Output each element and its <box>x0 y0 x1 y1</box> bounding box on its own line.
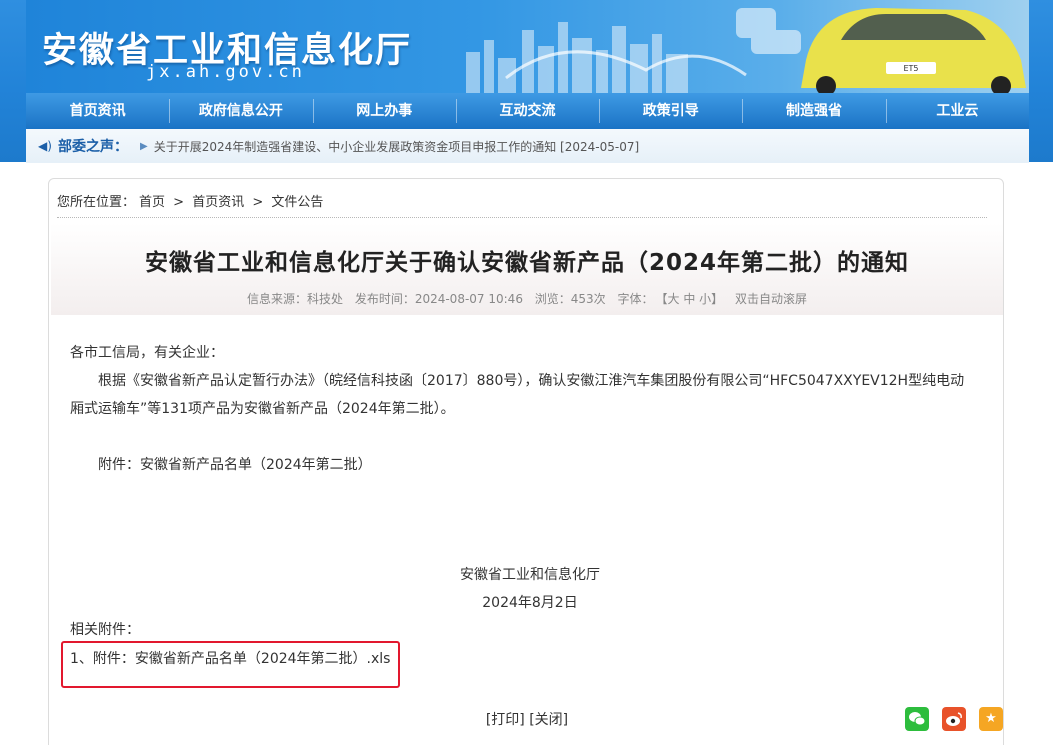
attachment-note: 附件：安徽省新产品名单（2024年第二批） <box>98 457 372 473</box>
article-header: 安徽省工业和信息化厅关于确认安徽省新产品（2024年第二批）的通知 信息来源：科… <box>51 223 1003 315</box>
font-size-options[interactable]: 【大 中 小】 <box>662 292 724 306</box>
salutation: 各市工信局，有关企业： <box>70 345 224 361</box>
favorite-share-button[interactable]: ★ <box>979 707 1003 731</box>
breadcrumb-prefix: 您所在位置： <box>57 195 136 210</box>
breadcrumb-item-home[interactable]: 首页 <box>139 195 165 210</box>
wechat-share-button[interactable] <box>905 707 929 731</box>
notice-label: 部委之声： <box>58 139 128 155</box>
breadcrumb-item-announcements[interactable]: 文件公告 <box>271 195 323 210</box>
meta-font-label: 字体： <box>617 292 654 306</box>
breadcrumb: 您所在位置： 首页 > 首页资讯 > 文件公告 <box>57 191 327 210</box>
wechat-icon <box>908 712 926 731</box>
notice-bar: ◀) 部委之声： ▶ 关于开展2024年制造强省建设、中小企业发展政策资金项目申… <box>26 129 1029 163</box>
meta-source: 信息来源：科技处 <box>246 292 343 306</box>
nav-item-home-news[interactable]: 首页资讯 <box>26 93 169 129</box>
nav-item-manufacturing[interactable]: 制造强省 <box>742 93 885 129</box>
highlight-box <box>61 641 400 688</box>
site-header: ET5 安徽省工业和信息化厅 jx.ah.gov.cn <box>26 0 1029 93</box>
meta-views: 浏览：453次 <box>534 292 606 306</box>
car-plate-text: ET5 <box>903 64 918 73</box>
article-meta: 信息来源：科技处 发布时间：2024-08-07 10:46 浏览：453次 字… <box>51 290 1003 307</box>
arrow-right-icon: ▶ <box>140 140 148 152</box>
meta-time: 发布时间：2024-08-07 10:46 <box>354 292 523 306</box>
speaker-icon: ◀) <box>38 139 52 153</box>
main-nav: 首页资讯 政府信息公开 网上办事 互动交流 政策引导 制造强省 工业云 <box>26 93 1029 129</box>
weibo-icon <box>945 712 963 731</box>
divider <box>57 217 987 218</box>
close-link[interactable]: [关闭] <box>529 712 568 728</box>
nav-item-policy[interactable]: 政策引导 <box>599 93 742 129</box>
nav-item-interaction[interactable]: 互动交流 <box>455 93 599 129</box>
paragraph-line: 根据《安徽省新产品认定暂行办法》（皖经信科技函〔2017〕880号），确认安徽江… <box>98 373 965 389</box>
print-close-actions: [打印] [关闭] <box>49 709 1005 729</box>
nav-item-industrial-cloud[interactable]: 工业云 <box>885 93 1029 129</box>
nav-item-online-service[interactable]: 网上办事 <box>312 93 456 129</box>
related-attachments-label: 相关附件： <box>70 622 140 638</box>
star-icon: ★ <box>985 711 997 726</box>
weibo-share-button[interactable] <box>942 707 966 731</box>
breadcrumb-separator: > <box>173 195 185 210</box>
signature-org: 安徽省工业和信息化厅 <box>460 567 600 583</box>
nav-item-gov-info[interactable]: 政府信息公开 <box>169 93 312 129</box>
signature-date: 2024年8月2日 <box>482 595 578 611</box>
article-title: 安徽省工业和信息化厅关于确认安徽省新产品（2024年第二批）的通知 <box>144 250 909 276</box>
auto-scroll-hint: 双击自动滚屏 <box>735 292 808 306</box>
content-frame: 您所在位置： 首页 > 首页资讯 > 文件公告 安徽省工业和信息化厅关于确认安徽省… <box>48 178 1004 745</box>
print-link[interactable]: [打印] <box>486 712 525 728</box>
header-banner-image: ET5 <box>466 8 1026 93</box>
paragraph-line: 厢式运输车”等131项产品为安徽省新产品（2024年第二批）。 <box>70 401 455 417</box>
breadcrumb-item-news[interactable]: 首页资讯 <box>192 195 244 210</box>
breadcrumb-separator: > <box>252 195 264 210</box>
site-domain: jx.ah.gov.cn <box>146 62 305 82</box>
notice-link[interactable]: 关于开展2024年制造强省建设、中小企业发展政策资金项目申报工作的通知 [202… <box>154 138 639 155</box>
